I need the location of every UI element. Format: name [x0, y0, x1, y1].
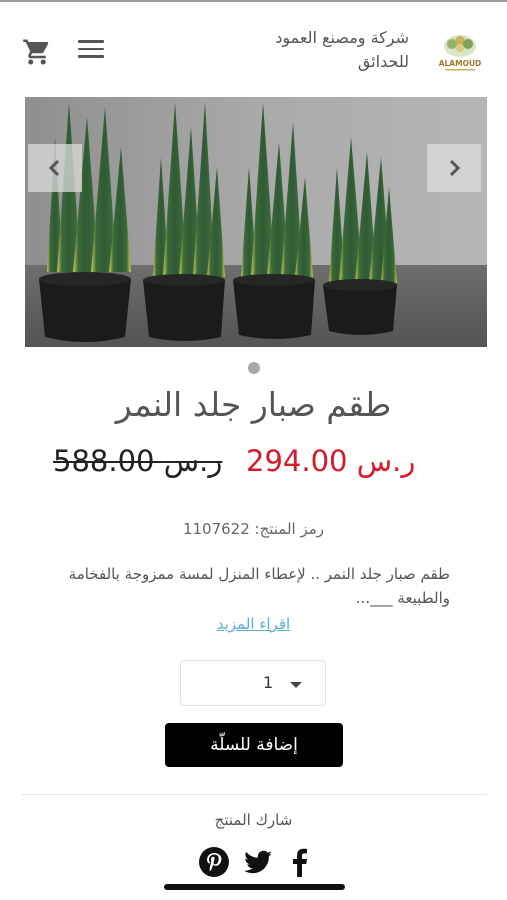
- product-sku: رمز المنتج: 1107622: [182, 520, 325, 538]
- product-image-gallery[interactable]: [25, 97, 487, 347]
- chevron-left-icon: [48, 159, 60, 177]
- caret-down-icon: [290, 682, 302, 688]
- share-label: شارك المنتج: [214, 811, 293, 829]
- brand-line-2: للحدائق: [357, 52, 409, 71]
- brand-name[interactable]: شركة ومصنع العمود للحدائق: [189, 26, 409, 74]
- product-title: طقم صبار جلد النمر: [115, 385, 392, 424]
- twitter-icon[interactable]: [242, 846, 274, 878]
- hamburger-menu-icon[interactable]: [78, 40, 104, 62]
- logo-text: ALAMOUD: [439, 59, 482, 68]
- read-more-link[interactable]: اقراء المزيد: [0, 615, 507, 633]
- product-image: [25, 97, 487, 347]
- cart-icon[interactable]: [22, 37, 52, 67]
- gallery-prev-button[interactable]: [28, 144, 82, 192]
- divider: [22, 794, 487, 795]
- quantity-select[interactable]: 1: [180, 660, 326, 706]
- brand-line-1: شركة ومصنع العمود: [275, 28, 409, 47]
- add-to-cart-button[interactable]: إضافة للسلّة: [165, 723, 343, 767]
- quantity-value: 1: [263, 673, 274, 692]
- facebook-icon[interactable]: [284, 846, 316, 878]
- site-header: شركة ومصنع العمود للحدائق ALAMOUD: [0, 20, 507, 82]
- company-logo[interactable]: ALAMOUD: [437, 30, 483, 76]
- gallery-next-button[interactable]: [427, 144, 481, 192]
- price-block: 588.00 ر.س 294.00 ر.س: [0, 440, 507, 490]
- original-price: 588.00 ر.س: [53, 444, 223, 478]
- product-description: طقم صبار جلد النمر .. لإعطاء المنزل لمسة…: [68, 565, 450, 607]
- gallery-pagination-dot[interactable]: [248, 362, 260, 374]
- chevron-right-icon: [449, 159, 461, 177]
- status-bar-divider: [0, 0, 507, 2]
- pinterest-icon[interactable]: [198, 846, 230, 878]
- sale-price: 294.00 ر.س: [246, 444, 416, 478]
- home-indicator: [164, 884, 345, 890]
